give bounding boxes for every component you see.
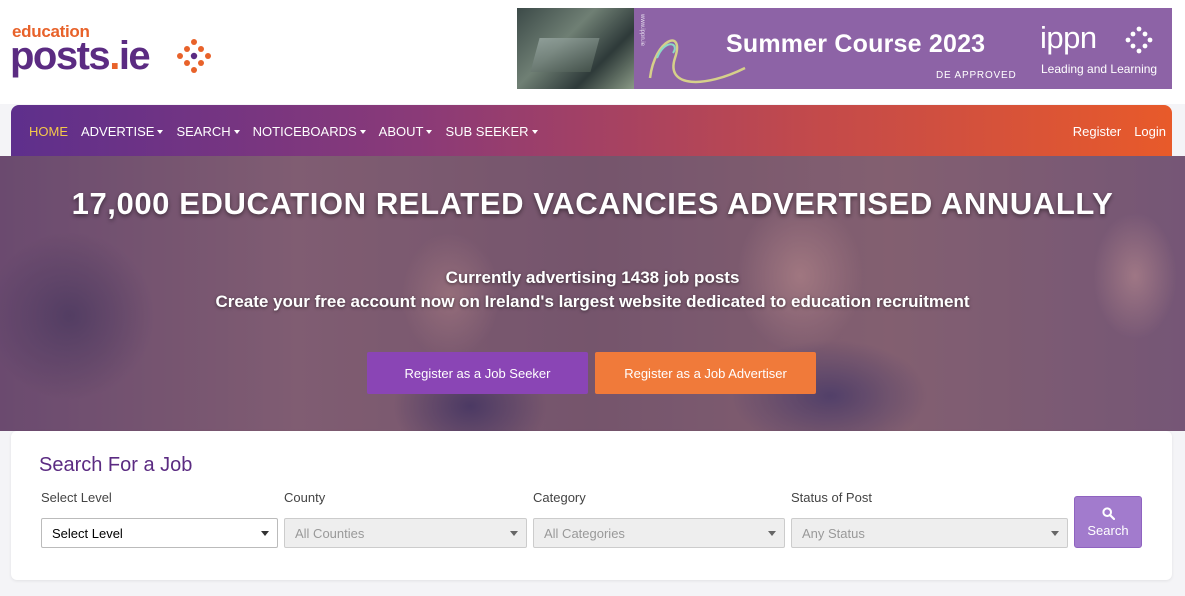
nav-item-home[interactable]: HOME	[29, 124, 68, 139]
register-job-advertiser-button[interactable]: Register as a Job Advertiser	[595, 352, 816, 394]
nav-item-about[interactable]: ABOUT	[379, 124, 433, 139]
main-nav: HOME ADVERTISE SEARCH NOTICEBOARDS ABOUT…	[11, 105, 1172, 157]
search-button[interactable]: Search	[1074, 496, 1142, 548]
chevron-down-icon	[157, 130, 164, 135]
dropdown-arrow-icon	[1051, 531, 1059, 536]
status-select-value: Any Status	[802, 525, 865, 541]
chevron-down-icon	[531, 130, 538, 135]
search-icon	[1101, 506, 1115, 520]
job-search-card: Search For a Job Select Level Select Lev…	[11, 431, 1172, 580]
site-logo[interactable]: education posts.ie	[10, 22, 211, 78]
nav-item-advertise[interactable]: ADVERTISE	[81, 124, 164, 139]
county-label: County	[284, 490, 326, 505]
level-select-value: Select Level	[52, 525, 123, 541]
hero-subtext: Create your free account now on Ireland'…	[215, 292, 970, 311]
banner-photo	[517, 8, 634, 89]
search-button-label: Search	[1087, 522, 1129, 538]
hero-job-count: Currently advertising 1438 job posts	[445, 268, 740, 287]
hero-headline: 17,000 EDUCATION RELATED VACANCIES ADVER…	[71, 186, 1114, 221]
level-label: Select Level	[41, 490, 112, 505]
status-label: Status of Post	[791, 490, 872, 505]
nav-item-sub-seeker[interactable]: SUB SEEKER	[445, 124, 538, 139]
dropdown-arrow-icon	[510, 531, 518, 536]
nav-item-noticeboards[interactable]: NOTICEBOARDS	[253, 124, 366, 139]
county-select[interactable]: All Counties	[284, 518, 527, 548]
category-label: Category	[533, 490, 586, 505]
banner-title: Summer Course 2023	[726, 30, 986, 58]
nav-login-link[interactable]: Login	[1134, 124, 1166, 139]
search-title: Search For a Job	[39, 454, 193, 476]
county-select-value: All Counties	[295, 525, 365, 541]
chevron-down-icon	[233, 130, 240, 135]
dropdown-arrow-icon	[261, 531, 269, 536]
logo-dots-icon	[177, 39, 211, 73]
ad-banner[interactable]: www.ippn.ie Summer Course 2023 DE APPROV…	[517, 8, 1172, 89]
chevron-down-icon	[426, 130, 433, 135]
status-select[interactable]: Any Status	[791, 518, 1068, 548]
category-select[interactable]: All Categories	[533, 518, 785, 548]
logo-big-text: posts.ie	[10, 34, 151, 78]
header-bar: education posts.ie www.ippn.ie Summer Co…	[0, 0, 1185, 104]
banner-tagline: Leading and Learning	[1041, 62, 1158, 76]
level-select[interactable]: Select Level	[41, 518, 278, 548]
hero-section: 17,000 EDUCATION RELATED VACANCIES ADVER…	[0, 156, 1185, 431]
dropdown-arrow-icon	[768, 531, 776, 536]
banner-org-logo: ippn	[1040, 20, 1097, 55]
nav-register-link[interactable]: Register	[1073, 124, 1121, 139]
nav-item-search[interactable]: SEARCH	[176, 124, 240, 139]
category-select-value: All Categories	[544, 525, 625, 541]
register-job-seeker-button[interactable]: Register as a Job Seeker	[367, 352, 588, 394]
chevron-down-icon	[359, 130, 366, 135]
nav-left: HOME ADVERTISE SEARCH NOTICEBOARDS ABOUT…	[11, 124, 551, 139]
nav-right: Register Login	[1073, 124, 1172, 139]
banner-org-dots-icon	[1125, 26, 1153, 54]
banner-subtitle: DE APPROVED	[936, 70, 1017, 81]
